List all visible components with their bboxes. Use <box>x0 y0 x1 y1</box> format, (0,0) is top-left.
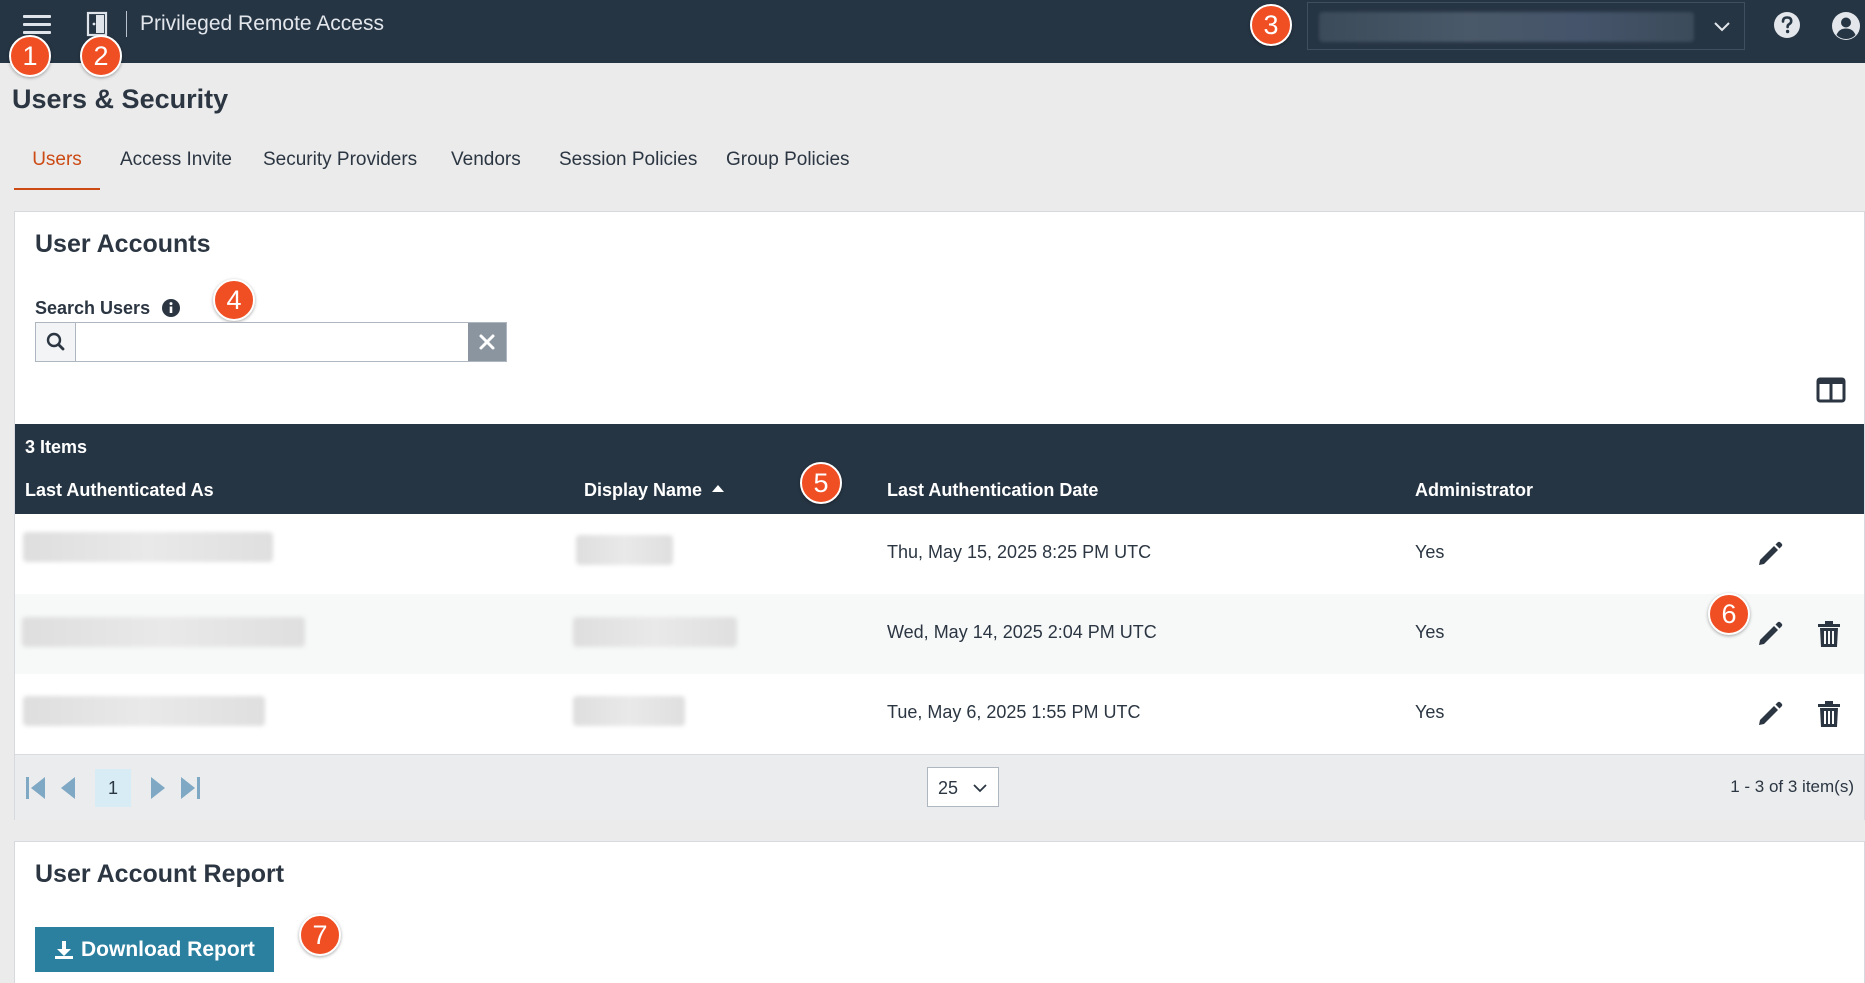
app-title: Privileged Remote Access <box>140 12 384 35</box>
next-page-icon[interactable] <box>145 774 171 802</box>
callout-badge-3: 3 <box>1250 4 1292 46</box>
first-page-icon[interactable] <box>23 774 49 802</box>
last-authentication-date: Thu, May 15, 2025 8:25 PM UTC <box>887 542 1152 562</box>
sort-ascending-icon <box>712 485 725 492</box>
administrator-value: Yes <box>1415 542 1445 562</box>
last-authentication-date: Tue, May 6, 2025 1:55 PM UTC <box>887 702 1141 722</box>
menu-icon[interactable] <box>23 13 51 37</box>
page-number-current[interactable]: 1 <box>95 769 131 807</box>
callout-badge-2: 2 <box>80 35 122 77</box>
items-count: 3 Items <box>25 437 88 457</box>
last-page-icon[interactable] <box>177 774 203 802</box>
callout-badge-6: 6 <box>1708 593 1750 635</box>
edit-icon[interactable] <box>1754 538 1786 570</box>
table-row[interactable]: Thu, May 15, 2025 8:25 PM UTC Yes <box>15 514 1864 594</box>
top-bar: Privileged Remote Access <box>0 0 1865 63</box>
grid-pager: 1 25 1 - 3 of 3 item(s) <box>15 754 1864 820</box>
callout-badge-5: 5 <box>800 462 842 504</box>
topbar-divider <box>126 11 127 37</box>
site-selector-dropdown[interactable] <box>1307 2 1745 50</box>
trash-icon[interactable] <box>1813 698 1845 730</box>
callout-badge-1: 1 <box>9 35 51 77</box>
column-header-last-authentication-date[interactable]: Last Authentication Date <box>887 480 1098 501</box>
table-row[interactable]: Tue, May 6, 2025 1:55 PM UTC Yes <box>15 674 1864 754</box>
display-name-redacted <box>573 617 737 647</box>
column-header-display-name[interactable]: Display Name <box>584 480 725 501</box>
last-authenticated-as-redacted <box>23 532 273 562</box>
page-title: Users & Security <box>12 84 229 114</box>
search-icon-box <box>36 323 76 361</box>
column-header-last-authenticated-as[interactable]: Last Authenticated As <box>25 480 214 501</box>
download-icon <box>55 941 73 959</box>
edit-icon[interactable] <box>1754 618 1786 650</box>
info-icon[interactable] <box>160 297 182 319</box>
last-authenticated-as-redacted <box>23 696 265 726</box>
columns-icon[interactable] <box>1816 377 1846 403</box>
chevron-down-icon <box>973 784 987 793</box>
edit-icon[interactable] <box>1754 698 1786 730</box>
column-header-display-name-label: Display Name <box>584 480 703 500</box>
callout-badge-4: 4 <box>213 279 255 321</box>
pager-info: 1 - 3 of 3 item(s) <box>1730 777 1854 796</box>
chevron-down-icon <box>1714 22 1730 32</box>
page-size-value: 25 <box>938 778 959 798</box>
prev-page-icon[interactable] <box>55 774 81 802</box>
trash-icon[interactable] <box>1813 618 1845 650</box>
download-report-button[interactable]: Download Report <box>35 927 274 972</box>
callout-badge-7: 7 <box>299 914 341 956</box>
tab-security-providers[interactable]: Security Providers <box>263 140 417 190</box>
administrator-value: Yes <box>1415 622 1445 642</box>
search-users-label: Search Users <box>35 298 151 318</box>
page-size-select[interactable]: 25 <box>927 767 999 807</box>
column-header-administrator[interactable]: Administrator <box>1415 480 1533 501</box>
tab-vendors[interactable]: Vendors <box>451 140 521 190</box>
tab-access-invite[interactable]: Access Invite <box>120 140 232 190</box>
user-accounts-panel: User Accounts Search Users 4 3 Items Las… <box>14 211 1865 820</box>
door-icon[interactable] <box>84 11 110 37</box>
user-accounts-title: User Accounts <box>35 230 211 258</box>
user-icon[interactable] <box>1830 10 1862 42</box>
administrator-value: Yes <box>1415 702 1445 722</box>
close-icon <box>479 334 495 350</box>
site-selector-value-redacted <box>1319 12 1694 42</box>
tab-users[interactable]: Users <box>14 140 100 190</box>
search-users-box <box>35 322 507 362</box>
user-account-report-title: User Account Report <box>35 860 285 888</box>
table-row[interactable]: Wed, May 14, 2025 2:04 PM UTC Yes <box>15 594 1864 674</box>
display-name-redacted <box>573 696 685 726</box>
clear-search-button[interactable] <box>468 323 506 361</box>
display-name-redacted <box>576 535 673 565</box>
download-report-label: Download Report <box>81 938 255 961</box>
search-users-input[interactable] <box>77 323 467 361</box>
tab-group-policies[interactable]: Group Policies <box>726 140 850 190</box>
search-icon <box>46 332 65 351</box>
user-account-report-panel: User Account Report Download Report 7 <box>14 841 1865 983</box>
tab-session-policies[interactable]: Session Policies <box>559 140 697 190</box>
last-authenticated-as-redacted <box>22 617 305 647</box>
users-grid-header: 3 Items Last Authenticated As Display Na… <box>15 424 1864 514</box>
help-icon[interactable] <box>1772 10 1802 40</box>
last-authentication-date: Wed, May 14, 2025 2:04 PM UTC <box>887 622 1157 642</box>
